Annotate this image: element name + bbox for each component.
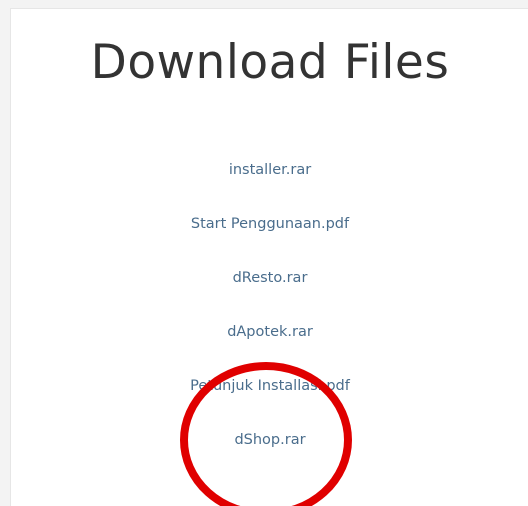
file-link-dshop-rar[interactable]: dShop.rar [234,432,305,448]
file-link-dapotek-rar[interactable]: dApotek.rar [227,324,313,340]
list-item: dResto.rar [11,267,528,321]
list-item: installer.rar [11,159,528,213]
file-link-start-penggunaan-pdf[interactable]: Start Penggunaan.pdf [191,216,349,232]
download-file-list: installer.rar Start Penggunaan.pdf dRest… [11,159,528,483]
file-link-dresto-rar[interactable]: dResto.rar [233,270,308,286]
download-panel: Download Files installer.rar Start Pengg… [10,8,528,506]
list-item: Petunjuk Installasi.pdf [11,375,528,429]
page: Download Files installer.rar Start Pengg… [0,0,528,506]
page-title: Download Files [90,35,450,90]
file-link-installer-rar[interactable]: installer.rar [229,162,311,178]
list-item: dShop.rar [11,429,528,483]
list-item: Start Penggunaan.pdf [11,213,528,267]
list-item: dApotek.rar [11,321,528,375]
file-link-petunjuk-installasi-pdf[interactable]: Petunjuk Installasi.pdf [190,378,350,394]
